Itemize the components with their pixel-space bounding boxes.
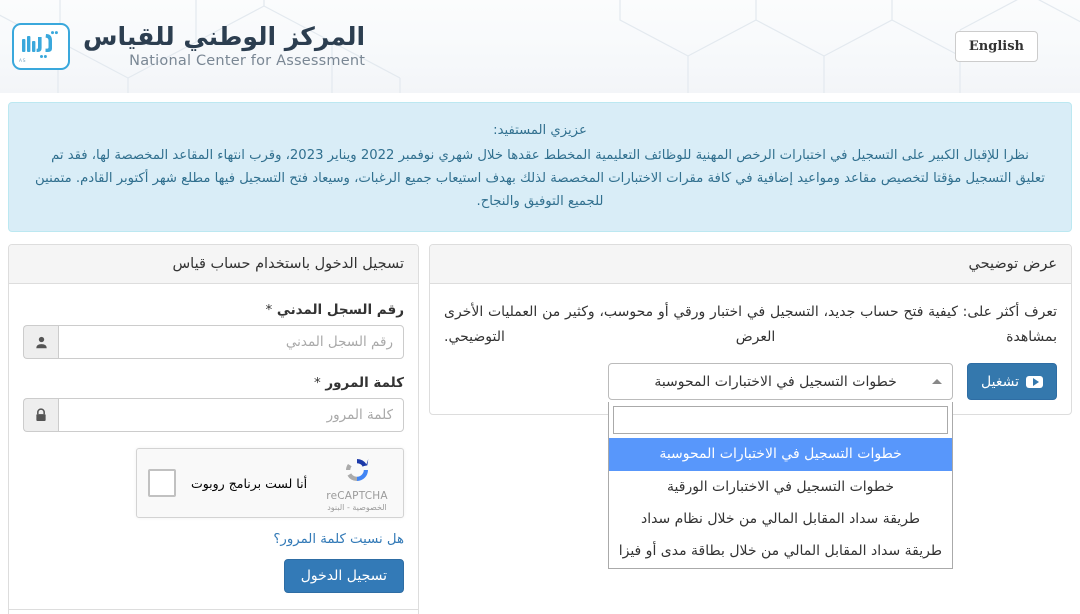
password-input-group xyxy=(23,398,404,433)
register-footer: سجل الان ! ليس لديك حساب في (قياس) xyxy=(9,609,418,614)
login-button-row: تسجيل الدخول xyxy=(23,553,404,595)
recaptcha-brand-links[interactable]: الخصوصية - البنود xyxy=(322,503,392,513)
demo-video-row: تشغيل خطوات التسجيل في الاختبارات المحوس… xyxy=(444,363,1057,569)
notice-greeting: عزيزي المستفيد: xyxy=(493,123,587,138)
password-label: كلمة المرور * xyxy=(23,375,404,391)
national-id-input-group xyxy=(23,325,404,360)
svg-text:QIYAS: QIYAS xyxy=(19,58,26,64)
demo-topic-option[interactable]: خطوات التسجيل في الاختبارات المحوسبة xyxy=(609,438,953,471)
main-columns: عرض توضيحي تعرف أكثر على: كيفية فتح حساب… xyxy=(0,232,1080,614)
site-notice-banner: عزيزي المستفيد: نظرا للإقبال الكبير على … xyxy=(8,102,1072,233)
brand-text: المركز الوطني للقياس National Center for… xyxy=(83,22,366,69)
recaptcha-wrap: أنا لست برنامج روبوت reCAPTCHA الخصوصية … xyxy=(23,448,404,519)
demo-topic-option[interactable]: طريقة سداد المقابل المالي من خلال نظام س… xyxy=(609,503,952,535)
brand-name-arabic: المركز الوطني للقياس xyxy=(83,22,366,52)
chevron-up-icon xyxy=(932,379,943,385)
demo-topic-dropdown: خطوات التسجيل في الاختبارات المحوسبة خطو… xyxy=(608,402,954,569)
demo-topic-search-input[interactable] xyxy=(613,406,949,435)
login-panel-body: رقم السجل المدني * كلمة المرور * xyxy=(9,284,418,609)
brand-logo: المركز الوطني للقياس National Center for… xyxy=(12,23,365,70)
demo-intro-text: تعرف أكثر على: كيفية فتح حساب جديد، التس… xyxy=(444,304,1057,345)
recaptcha-widget[interactable]: أنا لست برنامج روبوت reCAPTCHA الخصوصية … xyxy=(136,448,404,519)
national-id-label-text: رقم السجل المدني xyxy=(276,302,404,319)
play-video-label: تشغيل xyxy=(981,373,1019,390)
qiyas-logo-icon: QIYAS xyxy=(12,23,70,70)
demo-topic-select-toggle[interactable]: خطوات التسجيل في الاختبارات المحوسبة xyxy=(608,363,954,401)
demo-panel-body: تعرف أكثر على: كيفية فتح حساب جديد، التس… xyxy=(430,284,1071,569)
national-id-label: رقم السجل المدني * xyxy=(23,302,404,318)
lock-glyph-icon xyxy=(36,408,46,422)
demo-column: عرض توضيحي تعرف أكثر على: كيفية فتح حساب… xyxy=(429,244,1072,569)
login-panel: تسجيل الدخول باستخدام حساب قياس رقم السج… xyxy=(8,244,419,614)
national-id-input[interactable] xyxy=(58,325,404,360)
password-label-text: كلمة المرور xyxy=(325,375,404,392)
demo-topic-option[interactable]: خطوات التسجيل في الاختبارات الورقية xyxy=(609,471,952,503)
recaptcha-icon xyxy=(346,459,369,482)
page-header: English المركز الوطني للقياس National Ce… xyxy=(0,0,1080,93)
user-glyph-icon xyxy=(35,336,47,349)
notice-body: نظرا للإقبال الكبير على التسجيل في اختبا… xyxy=(35,148,1045,210)
demo-panel: عرض توضيحي تعرف أكثر على: كيفية فتح حساب… xyxy=(429,244,1072,569)
login-button[interactable]: تسجيل الدخول xyxy=(283,559,404,594)
lock-icon xyxy=(23,398,58,433)
required-marker: * xyxy=(313,375,321,392)
language-toggle-button[interactable]: English xyxy=(954,31,1038,62)
login-panel-title: تسجيل الدخول باستخدام حساب قياس xyxy=(9,245,418,285)
recaptcha-brand-name: reCAPTCHA xyxy=(326,490,388,502)
user-icon xyxy=(23,325,58,360)
password-input[interactable] xyxy=(58,398,404,433)
play-video-button[interactable]: تشغيل xyxy=(967,363,1057,401)
demo-topic-select: خطوات التسجيل في الاختبارات المحوسبة خطو… xyxy=(608,363,954,569)
demo-topic-search-wrap xyxy=(609,402,952,438)
recaptcha-label: أنا لست برنامج روبوت xyxy=(190,475,308,491)
brand-name-english: National Center for Assessment xyxy=(129,52,366,69)
login-column: تسجيل الدخول باستخدام حساب قياس رقم السج… xyxy=(8,244,419,614)
required-marker: * xyxy=(265,302,273,319)
youtube-play-icon xyxy=(1026,375,1043,388)
recaptcha-brand: reCAPTCHA الخصوصية - البنود xyxy=(322,454,392,512)
demo-panel-title: عرض توضيحي xyxy=(430,245,1071,285)
recaptcha-checkbox[interactable] xyxy=(148,469,176,498)
qiyas-glyph-icon: QIYAS xyxy=(19,30,58,64)
demo-topic-option[interactable]: طريقة سداد المقابل المالي من خلال بطاقة … xyxy=(609,535,952,567)
demo-topic-selected-label: خطوات التسجيل في الاختبارات المحوسبة xyxy=(654,373,897,390)
forgot-password-row: هل نسيت كلمة المرور؟ xyxy=(23,528,404,547)
forgot-password-link[interactable]: هل نسيت كلمة المرور؟ xyxy=(273,532,404,547)
